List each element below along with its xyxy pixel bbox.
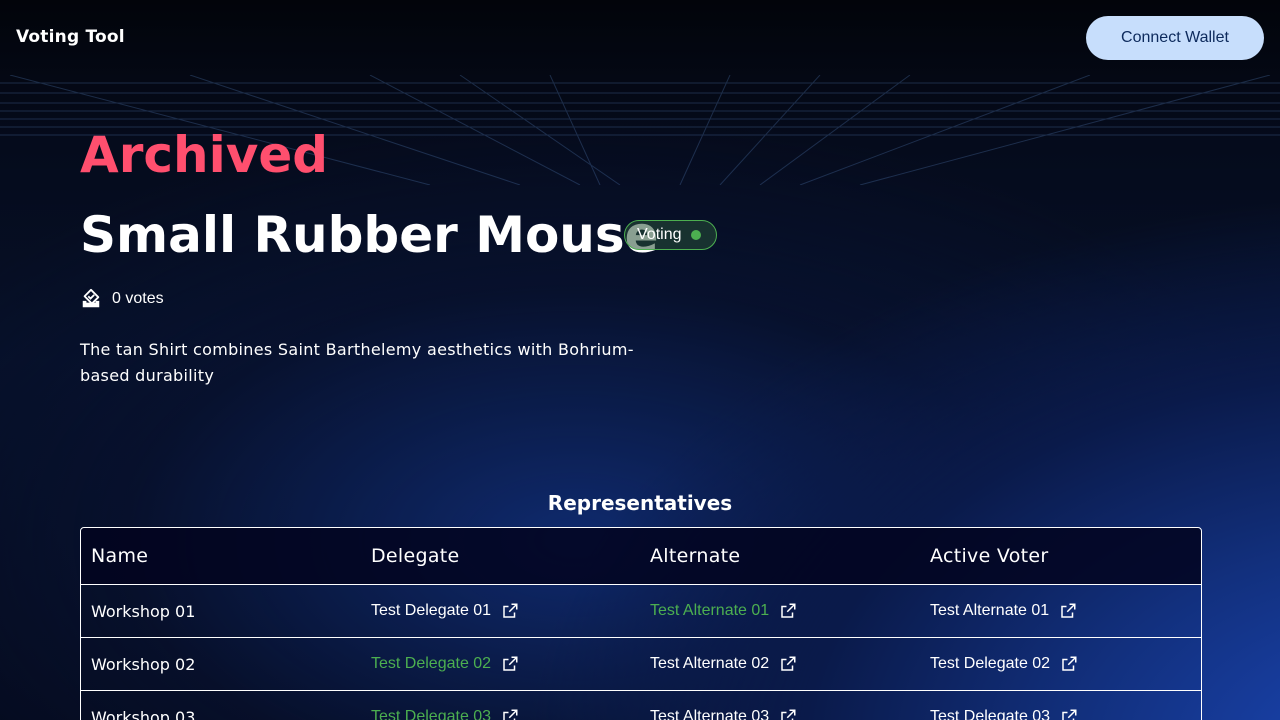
workshop-name: Workshop 01 bbox=[91, 601, 196, 621]
delegate-link[interactable]: Test Delegate 03 bbox=[371, 708, 491, 720]
alternate-cell: Test Alternate 03 bbox=[640, 691, 920, 720]
external-link-icon[interactable] bbox=[1060, 708, 1078, 720]
alternate-link[interactable]: Test Alternate 02 bbox=[650, 655, 769, 673]
external-link-icon[interactable] bbox=[501, 655, 519, 673]
active-voter-cell: Test Alternate 01 bbox=[920, 585, 1199, 637]
workshop-name: Workshop 02 bbox=[91, 654, 196, 674]
external-link-icon[interactable] bbox=[501, 602, 519, 620]
table-row: Workshop 03 Test Delegate 03 Test Altern… bbox=[81, 690, 1201, 720]
external-link-icon[interactable] bbox=[1059, 602, 1077, 620]
alternate-link[interactable]: Test Alternate 01 bbox=[650, 602, 769, 620]
active-voter-cell: Test Delegate 03 bbox=[920, 691, 1199, 720]
delegate-link[interactable]: Test Delegate 02 bbox=[371, 655, 491, 673]
top-bar: Voting Tool Connect Wallet bbox=[0, 0, 1280, 75]
delegate-cell: Test Delegate 02 bbox=[361, 638, 640, 690]
active-voter-cell: Test Delegate 02 bbox=[920, 638, 1199, 690]
external-link-icon[interactable] bbox=[779, 708, 797, 720]
column-header-alternate: Alternate bbox=[650, 545, 741, 567]
external-link-icon[interactable] bbox=[501, 708, 519, 720]
table-row: Workshop 02 Test Delegate 02 Test Altern… bbox=[81, 637, 1201, 690]
delegate-cell: Test Delegate 01 bbox=[361, 585, 640, 637]
representatives-title: Representatives bbox=[547, 491, 733, 515]
connect-wallet-button[interactable]: Connect Wallet bbox=[1086, 16, 1264, 60]
status-badge: Voting bbox=[624, 220, 717, 250]
active-voter-link[interactable]: Test Delegate 03 bbox=[930, 708, 1050, 720]
proposal-status: Archived bbox=[80, 126, 329, 184]
table-header: Name Delegate Alternate Active Voter bbox=[81, 528, 1201, 584]
column-header-name: Name bbox=[91, 545, 149, 567]
vote-count-label: 0 votes bbox=[112, 290, 164, 307]
external-link-icon[interactable] bbox=[1060, 655, 1078, 673]
external-link-icon[interactable] bbox=[779, 655, 797, 673]
active-voter-link[interactable]: Test Alternate 01 bbox=[930, 602, 1049, 620]
delegate-cell: Test Delegate 03 bbox=[361, 691, 640, 720]
alternate-cell: Test Alternate 01 bbox=[640, 585, 920, 637]
proposal-description: The tan Shirt combines Saint Barthelemy … bbox=[80, 340, 634, 385]
vote-count: 0 votes bbox=[80, 288, 164, 310]
alternate-link[interactable]: Test Alternate 03 bbox=[650, 708, 769, 720]
status-badge-label: Voting bbox=[637, 226, 682, 243]
ballot-box-icon bbox=[80, 288, 102, 310]
alternate-cell: Test Alternate 02 bbox=[640, 638, 920, 690]
status-dot-icon bbox=[691, 230, 702, 240]
representatives-table: Name Delegate Alternate Active Voter Wor… bbox=[80, 527, 1202, 720]
proposal-title: Small Rubber Mouse bbox=[80, 206, 659, 264]
table-row: Workshop 01 Test Delegate 01 Test Altern… bbox=[81, 584, 1201, 637]
delegate-link[interactable]: Test Delegate 01 bbox=[371, 602, 491, 620]
app-title[interactable]: Voting Tool bbox=[16, 27, 125, 47]
external-link-icon[interactable] bbox=[779, 602, 797, 620]
workshop-name: Workshop 03 bbox=[91, 707, 196, 720]
column-header-active-voter: Active Voter bbox=[930, 545, 1049, 567]
table-body: Workshop 01 Test Delegate 01 Test Altern… bbox=[81, 584, 1201, 720]
column-header-delegate: Delegate bbox=[371, 545, 460, 567]
active-voter-link[interactable]: Test Delegate 02 bbox=[930, 655, 1050, 673]
